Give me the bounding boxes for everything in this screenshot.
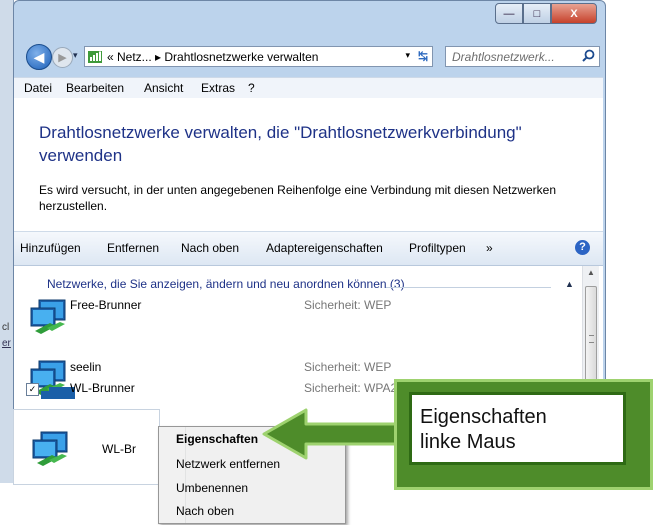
group-divider	[386, 287, 551, 288]
menu-ansicht[interactable]: Ansicht	[144, 81, 183, 95]
help-icon[interactable]: ?	[575, 240, 590, 255]
add-button[interactable]: Hinzufügen	[20, 241, 81, 255]
search-input[interactable]: Drahtlosnetzwerk...	[445, 46, 600, 67]
annotation-arrow	[262, 408, 406, 460]
page-title: Drahtlosnetzwerke verwalten, die "Drahtl…	[39, 123, 522, 165]
drag-ghost-label: WL-Br	[102, 442, 136, 456]
address-path: « Netz... ▸ Drahtlosnetzwerke verwalten	[107, 50, 319, 64]
network-security: Sicherheit: WEP	[304, 298, 392, 312]
annotation-text: Eigenschaften linke Maus	[420, 405, 547, 455]
command-toolbar: Hinzufügen Entfernen Nach oben Adapterei…	[14, 231, 603, 266]
page-description: Es wird versucht, in der unten angegeben…	[39, 183, 556, 213]
network-folder-icon	[88, 51, 102, 63]
network-computer-icon	[32, 431, 68, 466]
minimize-button[interactable]: —	[495, 3, 523, 24]
network-computer-icon	[30, 299, 66, 334]
drag-ghost-panel	[13, 409, 160, 485]
selection-checkbox[interactable]: ✓	[26, 383, 39, 396]
background-text-fragment: cl	[2, 322, 10, 333]
scroll-thumb[interactable]	[585, 286, 597, 390]
search-placeholder: Drahtlosnetzwerk...	[452, 50, 555, 64]
caption-buttons: — □ X	[495, 3, 597, 24]
menu-extras[interactable]: Extras	[201, 81, 235, 95]
menu-datei[interactable]: Datei	[24, 81, 52, 95]
network-name: Free-Brunner	[70, 298, 142, 312]
history-dropdown-icon[interactable]: ▾	[73, 50, 78, 61]
network-group-header[interactable]: Netzwerke, die Sie anzeigen, ändern und …	[47, 277, 405, 291]
close-button[interactable]: X	[551, 3, 597, 24]
address-dropdown-icon[interactable]: ▾	[405, 50, 410, 61]
refresh-icon[interactable]: ↹	[418, 49, 428, 63]
annotation-callout: Eigenschaften linke Maus	[394, 379, 653, 490]
annotation-line-1: Eigenschaften	[420, 406, 547, 428]
context-item-rename[interactable]: Umbenennen	[176, 481, 248, 495]
context-item-properties[interactable]: Eigenschaften	[176, 432, 258, 446]
collapse-icon[interactable]: ▲	[565, 279, 574, 289]
back-button[interactable]: ◀	[26, 44, 52, 70]
menu-help[interactable]: ?	[248, 81, 255, 95]
menu-bearbeiten[interactable]: Bearbeiten	[66, 81, 124, 95]
forward-button[interactable]: ▶	[52, 47, 73, 68]
adapter-properties-button[interactable]: Adaptereigenschaften	[266, 241, 383, 255]
profile-types-button[interactable]: Profiltypen	[409, 241, 466, 255]
network-name: WL-Brunner	[70, 381, 135, 395]
address-bar[interactable]: « Netz... ▸ Drahtlosnetzwerke verwalten …	[84, 46, 433, 67]
move-up-button[interactable]: Nach oben	[181, 241, 239, 255]
remove-button[interactable]: Entfernen	[107, 241, 159, 255]
network-security: Sicherheit: WPA2	[304, 381, 398, 395]
background-window-edge	[0, 0, 14, 483]
search-icon[interactable]	[582, 49, 595, 62]
menu-bar: Datei Bearbeiten Ansicht Extras ?	[14, 77, 603, 99]
more-commands-button[interactable]: »	[486, 241, 493, 255]
context-item-move-up[interactable]: Nach oben	[176, 504, 234, 518]
network-security: Sicherheit: WEP	[304, 360, 392, 374]
annotation-textbox: Eigenschaften linke Maus	[409, 392, 626, 465]
annotation-line-2: linke Maus	[420, 431, 516, 453]
background-link-fragment[interactable]: er	[2, 338, 11, 349]
maximize-button[interactable]: □	[523, 3, 551, 24]
scroll-up-icon[interactable]: ▲	[583, 268, 599, 277]
scroll-grip	[589, 335, 594, 343]
list-item[interactable]: Free-Brunner Sicherheit: WEP	[30, 294, 570, 338]
network-name: seelin	[70, 360, 102, 374]
